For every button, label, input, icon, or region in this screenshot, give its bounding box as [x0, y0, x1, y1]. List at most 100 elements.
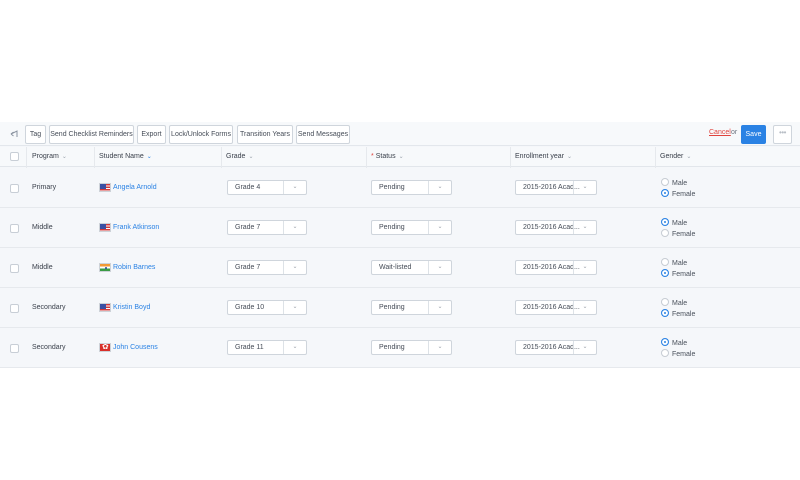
- column-status[interactable]: * Status ⌄: [371, 153, 404, 160]
- radio-button[interactable]: [661, 218, 669, 226]
- export-button[interactable]: Export: [137, 125, 166, 144]
- chevron-down-icon: ⌄: [686, 154, 692, 160]
- chevron-down-icon: ⌄: [567, 154, 573, 160]
- radio-button[interactable]: [661, 349, 669, 357]
- student-name-link[interactable]: Frank Atkinson: [113, 224, 159, 231]
- us-flag-icon: [99, 183, 111, 192]
- status-select[interactable]: Pending ⌄: [371, 180, 452, 195]
- radio-button[interactable]: [661, 258, 669, 266]
- column-grade[interactable]: Grade ⌄: [226, 153, 254, 160]
- send-messages-button[interactable]: Send Messages: [296, 125, 350, 144]
- gender-option-female[interactable]: Female: [661, 229, 695, 238]
- gender-option-male[interactable]: Male: [661, 218, 687, 227]
- status-select[interactable]: Wait-listed ⌄: [371, 260, 452, 275]
- enrollment-year-select[interactable]: 2015-2016 Acad... ⌄: [515, 180, 597, 195]
- row-checkbox[interactable]: [10, 224, 19, 233]
- chevron-down-icon: ⌄: [61, 154, 67, 160]
- radio-button[interactable]: [661, 229, 669, 237]
- status-select[interactable]: Pending ⌄: [371, 300, 452, 315]
- gender-option-male[interactable]: Male: [661, 338, 687, 347]
- status-select[interactable]: Pending ⌄: [371, 340, 452, 355]
- chevron-down-icon: ⌄: [428, 181, 451, 194]
- student-name-link[interactable]: Robin Barnes: [113, 264, 155, 271]
- chevron-down-icon: ⌄: [283, 221, 306, 234]
- status-select[interactable]: Pending ⌄: [371, 220, 452, 235]
- more-options-button[interactable]: •••: [773, 125, 792, 144]
- select-all-checkbox[interactable]: [10, 152, 19, 161]
- row-checkbox[interactable]: [10, 344, 19, 353]
- column-program[interactable]: Program ⌄: [32, 153, 67, 160]
- gender-option-male[interactable]: Male: [661, 258, 687, 267]
- gender-option-female[interactable]: Female: [661, 309, 695, 318]
- chevron-down-icon: ⌄: [283, 261, 306, 274]
- lock-unlock-forms-button[interactable]: Lock/Unlock Forms: [169, 125, 233, 144]
- grade-select[interactable]: Grade 4 ⌄: [227, 180, 307, 195]
- row-checkbox[interactable]: [10, 304, 19, 313]
- program-cell: Middle: [32, 264, 53, 271]
- gender-option-female[interactable]: Female: [661, 189, 695, 198]
- required-mark: *: [371, 153, 374, 160]
- radio-button[interactable]: [661, 309, 669, 317]
- table-row: Secondary John Cousens Grade 11⌄ Pending⌄ 20…: [0, 328, 800, 368]
- grade-select[interactable]: Grade 7 ⌄: [227, 260, 307, 275]
- tag-button[interactable]: Tag: [25, 125, 46, 144]
- chevron-down-icon: ⌄: [573, 181, 596, 194]
- back-arrow-icon[interactable]: [9, 129, 19, 139]
- gender-option-female[interactable]: Female: [661, 349, 695, 358]
- gender-option-male[interactable]: Male: [661, 298, 687, 307]
- row-checkbox[interactable]: [10, 264, 19, 273]
- grade-select[interactable]: Grade 10 ⌄: [227, 300, 307, 315]
- enrollment-year-select[interactable]: 2015-2016 Acad... ⌄: [515, 260, 597, 275]
- column-gender[interactable]: Gender ⌄: [660, 153, 691, 160]
- chevron-down-icon: ⌄: [283, 341, 306, 354]
- transition-years-button[interactable]: Transition Years: [237, 125, 293, 144]
- chevron-down-icon: ⌄: [428, 261, 451, 274]
- send-checklist-reminders-button[interactable]: Send Checklist Reminders: [49, 125, 134, 144]
- program-cell: Middle: [32, 224, 53, 231]
- radio-button[interactable]: [661, 298, 669, 306]
- chevron-down-icon: ⌄: [283, 181, 306, 194]
- radio-button[interactable]: [661, 338, 669, 346]
- app-frame: Tag Send Checklist Reminders Export Lock…: [0, 122, 800, 368]
- enrollment-year-select[interactable]: 2015-2016 Acad... ⌄: [515, 340, 597, 355]
- chevron-down-icon: ⌄: [428, 341, 451, 354]
- chevron-down-icon: ⌄: [146, 154, 152, 160]
- toolbar: Tag Send Checklist Reminders Export Lock…: [0, 122, 800, 146]
- chevron-down-icon: ⌄: [428, 221, 451, 234]
- chevron-down-icon: ⌄: [248, 154, 254, 160]
- india-flag-icon: [99, 263, 111, 272]
- gender-option-female[interactable]: Female: [661, 269, 695, 278]
- column-enrollment-year[interactable]: Enrollment year ⌄: [515, 153, 572, 160]
- grade-select[interactable]: Grade 7 ⌄: [227, 220, 307, 235]
- us-flag-icon: [99, 303, 111, 312]
- radio-button[interactable]: [661, 269, 669, 277]
- enrollment-year-select[interactable]: 2015-2016 Acad... ⌄: [515, 300, 597, 315]
- hong-kong-flag-icon: [99, 343, 111, 352]
- chevron-down-icon: ⌄: [573, 221, 596, 234]
- enrollment-year-select[interactable]: 2015-2016 Acad... ⌄: [515, 220, 597, 235]
- or-text: or: [731, 129, 738, 136]
- cancel-link[interactable]: Cancel: [709, 129, 731, 136]
- chevron-down-icon: ⌄: [398, 154, 404, 160]
- student-name-link[interactable]: John Cousens: [113, 344, 158, 351]
- save-button[interactable]: Save: [741, 125, 766, 144]
- table-row: Secondary Kristin Boyd Grade 10 ⌄ Pending ⌄ 20…: [0, 288, 800, 328]
- row-checkbox[interactable]: [10, 184, 19, 193]
- program-cell: Secondary: [32, 344, 66, 351]
- radio-button[interactable]: [661, 189, 669, 197]
- gender-option-male[interactable]: Male: [661, 178, 687, 187]
- radio-button[interactable]: [661, 178, 669, 186]
- table-row: Middle Robin Barnes Grade 7 ⌄ Wait-listed ⌄ 20…: [0, 248, 800, 288]
- student-name-link[interactable]: Kristin Boyd: [113, 304, 150, 311]
- column-student-name[interactable]: Student Name ⌄: [99, 153, 152, 160]
- table-row: Middle Frank Atkinson Grade 7 ⌄ Pending ⌄ 2015…: [0, 208, 800, 248]
- program-cell: Secondary: [32, 304, 66, 311]
- chevron-down-icon: ⌄: [573, 261, 596, 274]
- table-header: Program ⌄ Student Name ⌄ Grade ⌄ * Status ⌄ E…: [0, 147, 800, 167]
- student-name-link[interactable]: Angela Arnold: [113, 184, 157, 191]
- chevron-down-icon: ⌄: [573, 301, 596, 314]
- grade-select[interactable]: Grade 11 ⌄: [227, 340, 307, 355]
- program-cell: Primary: [32, 184, 57, 191]
- us-flag-icon: [99, 223, 111, 232]
- chevron-down-icon: ⌄: [283, 301, 306, 314]
